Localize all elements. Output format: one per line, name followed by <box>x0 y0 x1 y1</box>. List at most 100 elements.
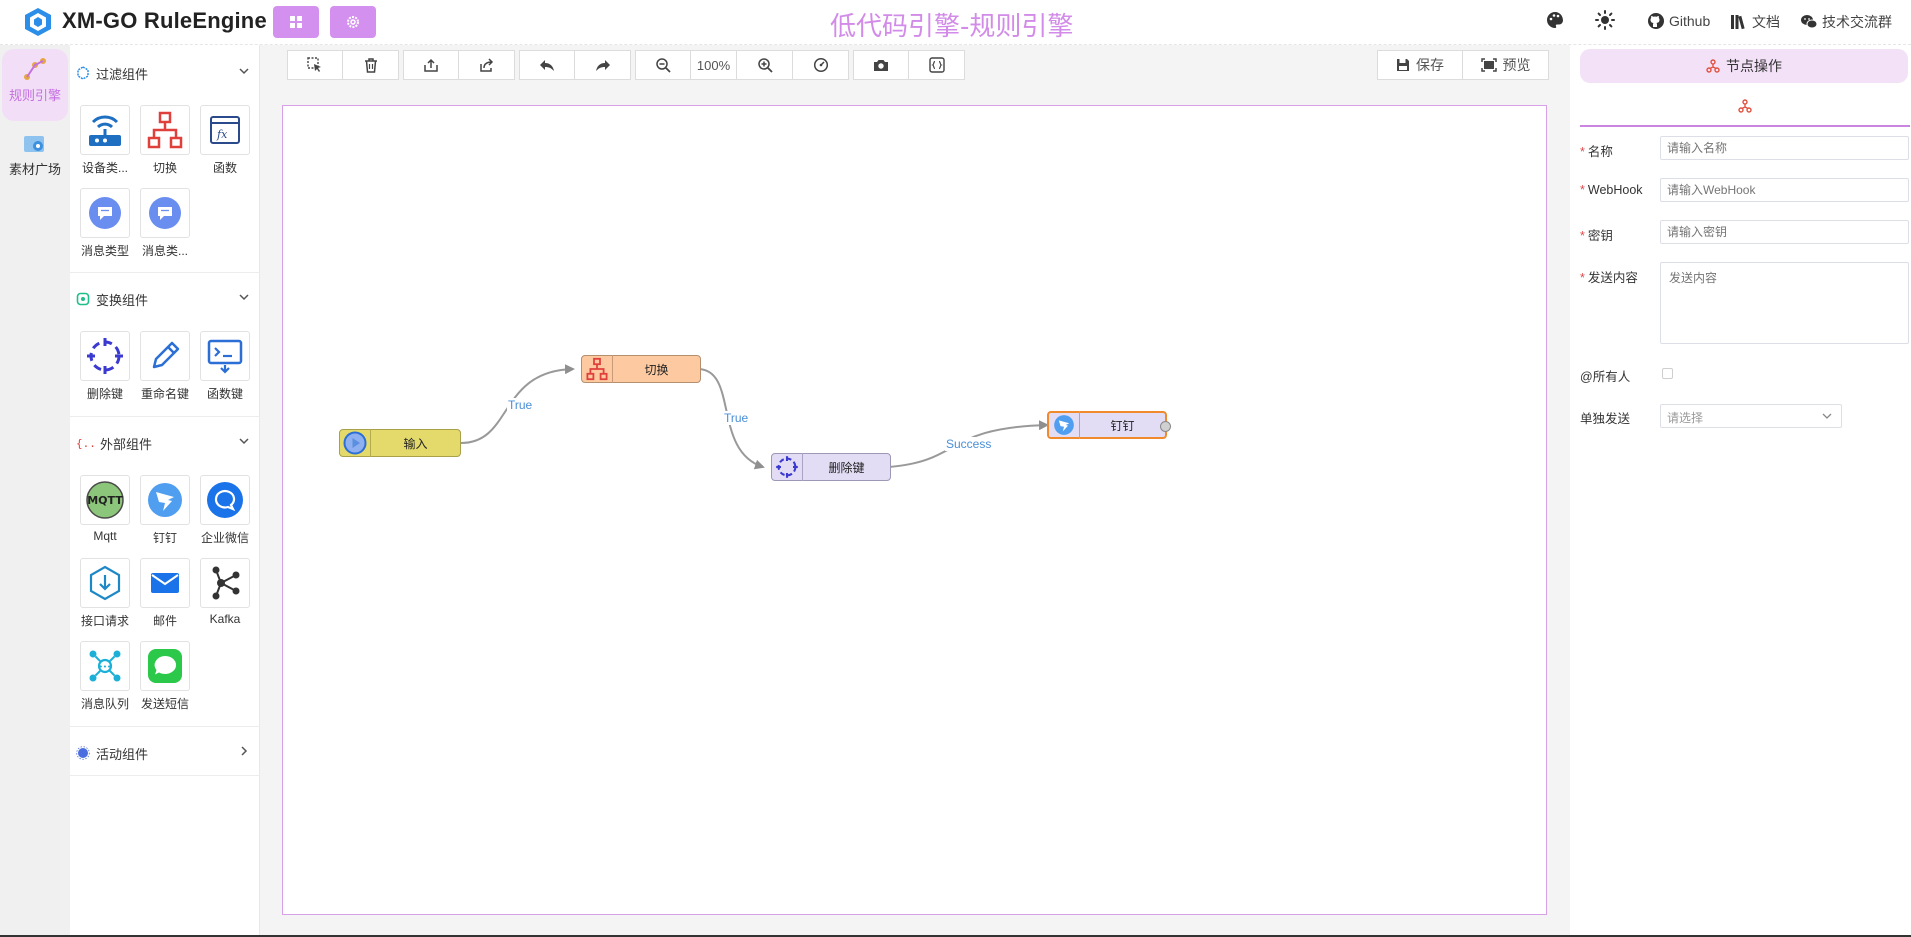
flow-edges <box>460 364 1049 470</box>
settings-button[interactable] <box>330 6 376 38</box>
preview-button[interactable]: 预览 <box>1463 50 1549 80</box>
theme-sun-icon[interactable] <box>1595 10 1615 30</box>
edge-label-true-2: True <box>723 411 750 425</box>
section-divider <box>70 775 260 776</box>
field-at-all-label: @所有人 <box>1580 370 1631 384</box>
name-input[interactable] <box>1660 136 1909 160</box>
flow-node-switch[interactable]: 切换 <box>581 355 701 383</box>
flow-node-label: 切换 <box>644 362 669 377</box>
component-label: 发送短信 <box>140 697 189 711</box>
component-label: 消息类型 <box>80 244 129 258</box>
component-label: 函数 <box>212 161 237 175</box>
import-icon <box>424 58 438 72</box>
undo-button[interactable] <box>519 50 575 80</box>
nav-rule-engine[interactable]: 规则引擎 <box>2 49 68 121</box>
node-ops-tab-icon[interactable] <box>1738 99 1752 113</box>
component-sms[interactable]: 发送短信 <box>135 641 195 712</box>
component-label: 函数键 <box>206 387 243 401</box>
at-all-checkbox[interactable] <box>1662 368 1673 379</box>
component-dingtalk[interactable]: 钉钉 <box>135 475 195 546</box>
zoom-out-button[interactable] <box>635 50 691 80</box>
output-port-handle[interactable] <box>1160 421 1171 432</box>
export-button[interactable] <box>459 50 515 80</box>
component-label: 企业微信 <box>200 531 249 545</box>
api-request-icon <box>89 565 121 601</box>
component-mqtt[interactable]: MQTT Mqtt <box>75 475 135 543</box>
dashboard-gauge-icon <box>813 57 828 73</box>
apps-grid-button[interactable] <box>273 6 319 38</box>
section-external-title: 外部组件 <box>100 436 153 452</box>
chevron-down-icon <box>239 294 249 301</box>
content-textarea[interactable] <box>1660 262 1909 344</box>
chevron-right-icon <box>241 746 248 756</box>
single-send-select[interactable]: 请选择 <box>1660 404 1842 428</box>
component-delete-key[interactable]: 删除键 <box>75 331 135 402</box>
component-label: 接口请求 <box>80 614 129 628</box>
canvas-toolbar-right: 保存 预览 <box>1377 50 1549 80</box>
webhook-input[interactable] <box>1660 178 1909 202</box>
save-disk-icon <box>1397 59 1409 71</box>
component-label: 重命名键 <box>140 387 189 401</box>
import-button[interactable] <box>403 50 459 80</box>
component-switch[interactable]: 切换 <box>135 105 195 176</box>
community-link[interactable]: 技术交流群 <box>1800 12 1892 32</box>
edge-label-success: Success <box>945 437 993 451</box>
screenshot-button[interactable] <box>853 50 909 80</box>
section-divider <box>70 272 260 273</box>
redo-button[interactable] <box>575 50 631 80</box>
section-filter-header[interactable]: 过滤组件 <box>70 55 260 91</box>
component-label: Kafka <box>209 612 241 626</box>
component-rename-key[interactable]: 重命名键 <box>135 331 195 402</box>
section-activity-title: 活动组件 <box>96 746 149 762</box>
fit-view-button[interactable] <box>793 50 849 80</box>
camera-icon <box>874 60 888 71</box>
field-single-send-label: 单独发送 <box>1580 412 1631 426</box>
component-mail[interactable]: 邮件 <box>135 558 195 629</box>
flow-node-input[interactable]: 输入 <box>339 429 461 457</box>
svg-text:{..}: {..} <box>76 437 94 450</box>
zoom-in-button[interactable] <box>737 50 793 80</box>
section-transform-header[interactable]: 变换组件 <box>70 281 260 317</box>
trash-icon <box>364 57 377 73</box>
component-function[interactable]: fx 函数 <box>195 105 255 176</box>
section-divider <box>70 726 260 727</box>
delete-button[interactable] <box>343 50 399 80</box>
component-message-queue[interactable]: ••• 消息队列 <box>75 641 135 712</box>
left-nav: 规则引擎 素材广场 <box>0 45 70 937</box>
function-key-icon <box>207 339 243 374</box>
component-wecom[interactable]: 企业微信 <box>195 475 255 546</box>
component-message-type-2[interactable]: 消息类... <box>135 188 195 259</box>
component-label: 钉钉 <box>152 531 177 545</box>
section-activity-header[interactable]: 活动组件 <box>70 735 260 771</box>
nav-material-plaza[interactable]: 素材广场 <box>2 127 68 187</box>
external-section-icon: {..} <box>76 437 94 450</box>
code-view-button[interactable] <box>909 50 965 80</box>
activity-section-icon <box>76 746 90 760</box>
play-circle-icon <box>343 431 367 455</box>
docs-link[interactable]: 文档 <box>1730 12 1780 32</box>
gear-icon <box>347 16 359 28</box>
selection-icon <box>307 57 321 72</box>
field-secret-label: * 密钥 <box>1580 229 1613 243</box>
component-device-type[interactable]: 设备类... <box>75 105 135 176</box>
community-link-label: 技术交流群 <box>1822 14 1892 30</box>
palette-icon[interactable] <box>1545 10 1565 30</box>
component-message-type[interactable]: 消息类型 <box>75 188 135 259</box>
component-function-key[interactable]: 函数键 <box>195 331 255 402</box>
component-api-request[interactable]: 接口请求 <box>75 558 135 629</box>
github-link[interactable]: Github <box>1647 12 1710 30</box>
select-tool-button[interactable] <box>287 50 343 80</box>
flow-node-delete-key[interactable]: 删除键 <box>771 453 891 481</box>
books-icon <box>1731 15 1745 30</box>
secret-input[interactable] <box>1660 220 1909 244</box>
nav-rule-engine-label: 规则引擎 <box>8 88 61 103</box>
flow-canvas[interactable]: True True Success 输入 切换 删除键 钉钉 <box>282 105 1547 915</box>
component-label: Mqtt <box>93 529 117 543</box>
app-logo-icon <box>25 8 51 36</box>
preview-button-label: 预览 <box>1502 57 1531 73</box>
save-button[interactable]: 保存 <box>1377 50 1463 80</box>
section-external-header[interactable]: {..} 外部组件 <box>70 425 260 461</box>
component-kafka[interactable]: Kafka <box>195 558 255 626</box>
grid-icon <box>290 16 302 28</box>
flow-node-dingtalk-selected[interactable]: 钉钉 <box>1047 411 1171 439</box>
